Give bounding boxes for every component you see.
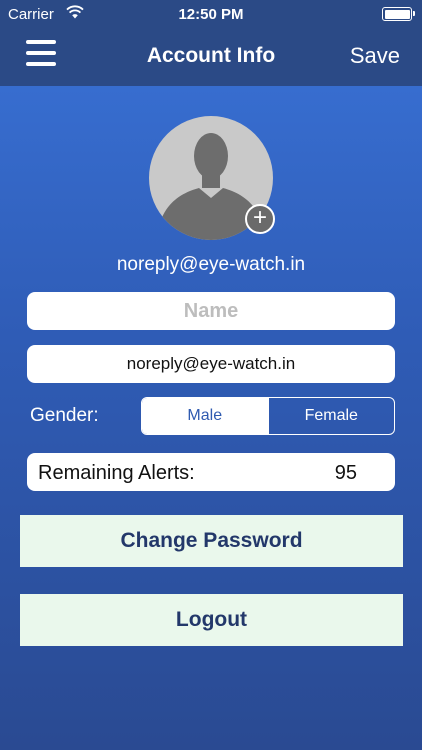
- battery-icon: [382, 7, 415, 21]
- navigation-bar: Account Info Save: [0, 30, 422, 86]
- clock: 12:50 PM: [178, 6, 244, 23]
- gender-option-male[interactable]: Male: [142, 398, 268, 434]
- remaining-alerts-row: Remaining Alerts: 95: [27, 453, 395, 491]
- account-info-screen: Carrier 12:50 PM Account Info Save + nor…: [0, 0, 422, 750]
- plus-circle-icon[interactable]: +: [245, 204, 275, 234]
- top-bar: Carrier 12:50 PM Account Info Save: [0, 0, 422, 86]
- account-email: noreply@eye-watch.in: [116, 254, 306, 275]
- status-bar: Carrier 12:50 PM: [0, 0, 422, 30]
- gender-option-female[interactable]: Female: [267, 398, 395, 434]
- gender-segmented-control: Male Female: [141, 397, 395, 435]
- gender-label: Gender:: [30, 405, 99, 426]
- remaining-alerts-count: 95: [334, 462, 357, 484]
- remaining-alerts-label: Remaining Alerts:: [38, 462, 195, 484]
- logout-button[interactable]: Logout: [20, 594, 403, 646]
- email-field[interactable]: [27, 345, 395, 383]
- name-input[interactable]: [27, 292, 395, 330]
- change-password-button[interactable]: Change Password: [20, 515, 403, 567]
- save-button[interactable]: Save: [350, 43, 400, 69]
